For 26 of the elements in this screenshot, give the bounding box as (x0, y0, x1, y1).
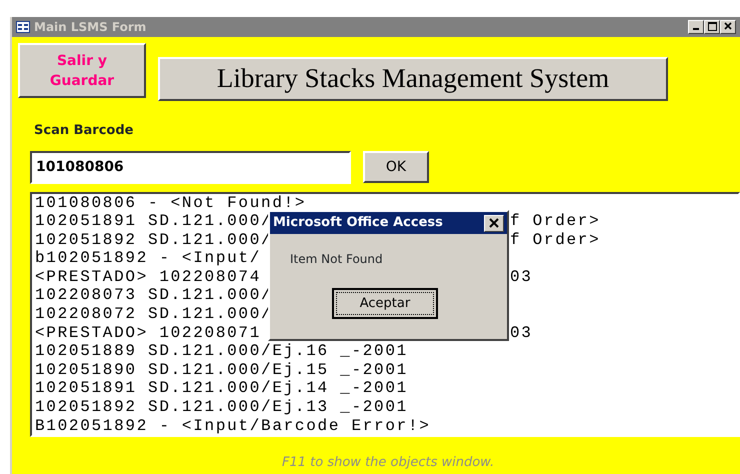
log-line: 03 (510, 268, 534, 286)
log-line: 102051889 SD.121.000/Ej.16 _-2001 (35, 342, 408, 360)
log-line: <PRESTADO> 102208071 (35, 324, 262, 342)
dialog-title: Microsoft Office Access (273, 214, 443, 232)
accept-button[interactable]: Aceptar (332, 288, 438, 319)
log-line: f Order> (510, 212, 602, 231)
barcode-field[interactable]: 101080806 (30, 150, 351, 184)
ok-button[interactable]: OK (363, 151, 429, 183)
field-label: Scan Barcode (34, 122, 134, 140)
dialog-message: Item Not Found (290, 251, 384, 268)
log-line: 102051892 SD.121.000/Ej.13 _-2001 (35, 398, 408, 416)
window-title: Main LSMS Form (34, 19, 146, 36)
log-line: 102208073 SD.121.000/ (35, 286, 272, 304)
log-line: 102051891 SD.121.000/ (35, 212, 272, 231)
log-line: f Order> (510, 230, 602, 250)
log-line: B102051892 - <Input/Barcode Error!> (35, 416, 431, 435)
log-line: 102051892 SD.121.000/ (35, 230, 272, 250)
log-line: 102051891 SD.121.000/Ej.14 _-2001 (35, 379, 408, 398)
title-banner: Library Stacks Management System (158, 57, 668, 101)
log-line: 03 (510, 324, 534, 342)
log-line: 102051890 SD.121.000/Ej.15 _-2001 (35, 360, 408, 379)
log-line: b102051892 - <Input/ (35, 249, 262, 268)
hint-text: F11 to show the objects window. (282, 454, 496, 472)
log-line: 102208072 SD.121.000/ (35, 305, 272, 324)
log-line: 101080806 - <Not Found!> (35, 194, 306, 212)
log-line: <PRESTADO> 102208074 (35, 268, 262, 286)
